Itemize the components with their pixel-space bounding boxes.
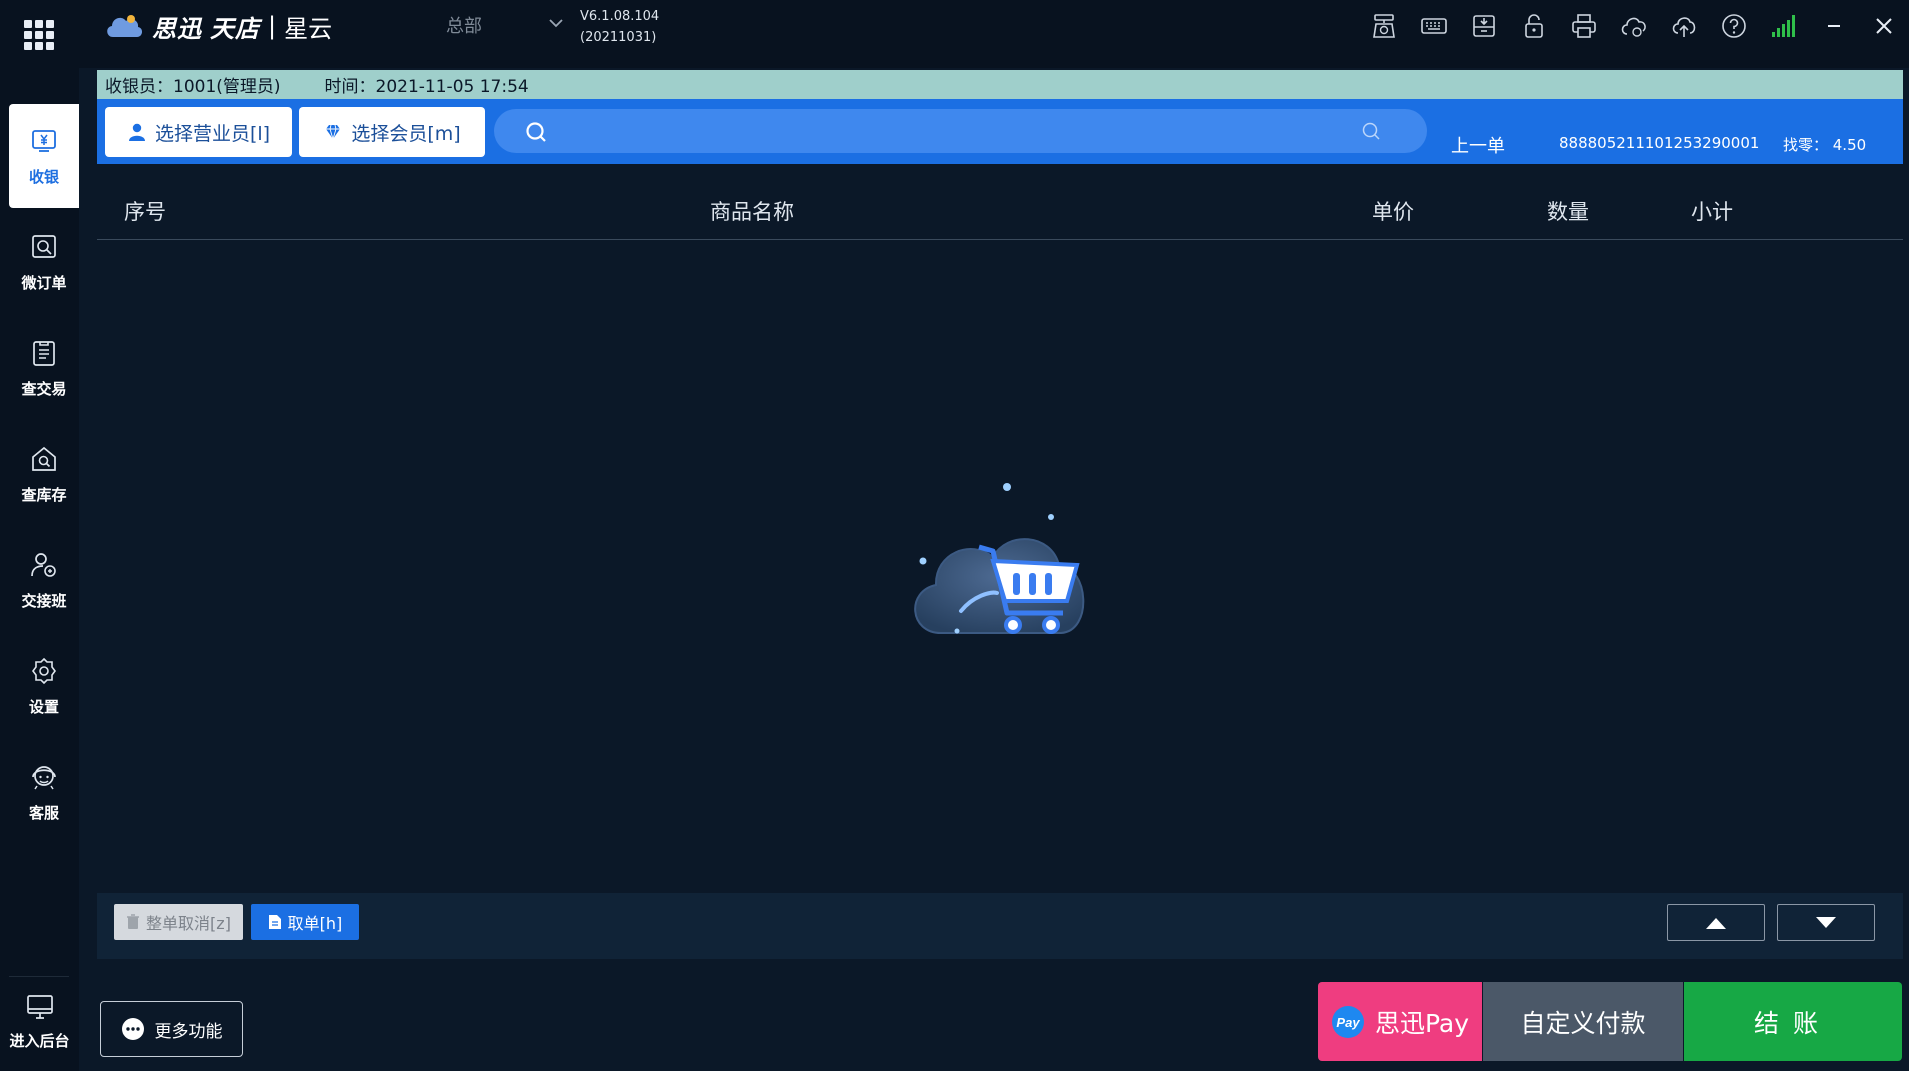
order-action-bar: 整单取消[z] 取单[h] [97, 893, 1903, 959]
transaction-icon [33, 340, 55, 366]
search-input[interactable] [560, 115, 1350, 147]
keyboard-icon[interactable] [1409, 0, 1459, 52]
title-bar: 思迅 天店 | 星云 总部 V6.1.08.104 (20211031) [0, 0, 1909, 68]
cloud-sync-icon[interactable] [1609, 0, 1659, 52]
trash-icon [127, 914, 140, 929]
triangle-up-icon [1706, 917, 1726, 929]
sidebar-item-label: 客服 [28, 803, 59, 822]
action-header: 选择营业员[l] 选择会员[m] 上一单 8888052111012532900… [97, 99, 1903, 164]
change-amount: 找零： 4.50 [1783, 136, 1867, 154]
custom-payment-label: 自定义付款 [1520, 1008, 1646, 1038]
lock-icon[interactable] [1509, 0, 1559, 52]
toolbar [1359, 0, 1909, 52]
sidebar-divider [9, 976, 69, 977]
settings-icon [32, 657, 56, 684]
scroll-down-button[interactable] [1777, 904, 1875, 941]
empty-cart-icon [914, 483, 1085, 634]
column-header: 序号 [124, 200, 166, 224]
sidebar-item-label: 设置 [28, 697, 59, 716]
more-functions-button[interactable]: 更多功能 [100, 1001, 243, 1057]
document-icon [268, 915, 281, 929]
sidebar-item-shift-handover[interactable]: 交接班 [9, 528, 79, 632]
cart-table-body [97, 241, 1903, 893]
user-icon [128, 123, 145, 141]
logo-cloud-icon [107, 15, 143, 37]
diamond-icon [326, 124, 341, 141]
support-icon [32, 765, 56, 789]
time-info: 时间：2021-11-05 17:54 [324, 77, 529, 97]
logo-suffix: 星云 [284, 14, 333, 43]
sidebar: 收银 微订单 查交易 查库存 交接班 设置 客服 [0, 68, 79, 1071]
sidebar-item-inventory[interactable]: 查库存 [9, 422, 79, 526]
inventory-icon [32, 446, 56, 471]
version-info: V6.1.08.104 (20211031) [580, 6, 659, 48]
printer-icon[interactable] [1559, 0, 1609, 52]
sidebar-item-label: 查交易 [21, 379, 67, 398]
cloud-upload-icon[interactable] [1659, 0, 1709, 52]
search-submit-icon[interactable] [1361, 121, 1381, 141]
more-dots-icon [121, 1018, 144, 1040]
enter-backend-button[interactable]: 进入后台 [0, 992, 79, 1071]
logo-separator: | [268, 12, 277, 40]
sidebar-item-label: 微订单 [21, 273, 67, 292]
cancel-order-label: 整单取消[z] [146, 914, 231, 933]
version-number: V6.1.08.104 [580, 9, 660, 24]
table-header: 序号 商品名称 单价 数量 小计 [97, 178, 1903, 240]
scale-icon[interactable] [1359, 0, 1409, 52]
checkout-button[interactable]: 结账 [1684, 982, 1902, 1061]
column-header: 商品名称 [710, 200, 794, 224]
column-header: 数量 [1547, 200, 1589, 224]
info-strip: 收银员：1001(管理员) 时间：2021-11-05 17:54 [97, 70, 1903, 99]
cashier-info: 收银员：1001(管理员) [105, 77, 281, 97]
more-functions-label: 更多功能 [154, 1021, 223, 1042]
sidebar-item-label: 收银 [28, 167, 59, 186]
enter-backend-label: 进入后台 [9, 1032, 70, 1050]
column-header: 小计 [1691, 200, 1733, 224]
triangle-down-icon [1816, 916, 1836, 928]
sixun-pay-label: 思迅Pay [1374, 1008, 1470, 1038]
column-header: 单价 [1372, 200, 1414, 224]
previous-order-number: 888805211101253290001 [1559, 134, 1760, 152]
logo-product: 天店 [210, 14, 260, 43]
store-selector[interactable]: 总部 [446, 12, 482, 38]
sidebar-item-label: 查库存 [21, 485, 67, 504]
checkout-label: 结账 [1753, 1008, 1832, 1038]
app-grid-icon[interactable] [24, 20, 54, 50]
sixun-pay-button[interactable]: Pay 思迅Pay [1318, 982, 1482, 1061]
sidebar-item-cashier[interactable]: 收银 [9, 104, 79, 208]
search-icon [526, 122, 546, 142]
custom-payment-button[interactable]: 自定义付款 [1483, 982, 1683, 1061]
minimize-icon[interactable] [1809, 0, 1859, 52]
app-logo: 思迅 天店 | 星云 [104, 8, 332, 44]
select-salesperson-label: 选择营业员[l] [154, 122, 271, 145]
sidebar-item-micro-order[interactable]: 微订单 [9, 210, 79, 314]
pay-badge-icon: Pay [1331, 1005, 1364, 1038]
micro-order-icon [32, 234, 56, 258]
sidebar-item-label: 交接班 [21, 591, 67, 610]
retrieve-order-button[interactable]: 取单[h] [251, 904, 359, 940]
sidebar-item-settings[interactable]: 设置 [9, 634, 79, 738]
logo-brand: 思迅 [152, 14, 202, 43]
help-icon[interactable] [1709, 0, 1759, 52]
signal-icon [1759, 0, 1809, 52]
product-search-bar[interactable] [494, 109, 1427, 153]
previous-order-link[interactable]: 上一单 [1451, 132, 1505, 158]
select-member-label: 选择会员[m] [351, 122, 461, 145]
cash-drawer-icon[interactable] [1459, 0, 1509, 52]
version-build: (20211031) [580, 30, 657, 45]
cancel-order-button[interactable]: 整单取消[z] [114, 904, 243, 940]
select-member-button[interactable]: 选择会员[m] [299, 107, 485, 157]
scroll-up-button[interactable] [1667, 904, 1765, 941]
pay-badge-text: Pay [1336, 1015, 1360, 1030]
monitor-icon [26, 995, 53, 1019]
sidebar-item-transactions[interactable]: 查交易 [9, 316, 79, 420]
close-icon[interactable] [1859, 0, 1909, 52]
select-salesperson-button[interactable]: 选择营业员[l] [105, 107, 292, 157]
sidebar-item-support[interactable]: 客服 [9, 740, 79, 844]
chevron-down-icon[interactable] [548, 15, 564, 31]
shift-handover-icon [31, 552, 56, 577]
retrieve-order-label: 取单[h] [287, 914, 343, 933]
cashier-icon [32, 129, 56, 152]
